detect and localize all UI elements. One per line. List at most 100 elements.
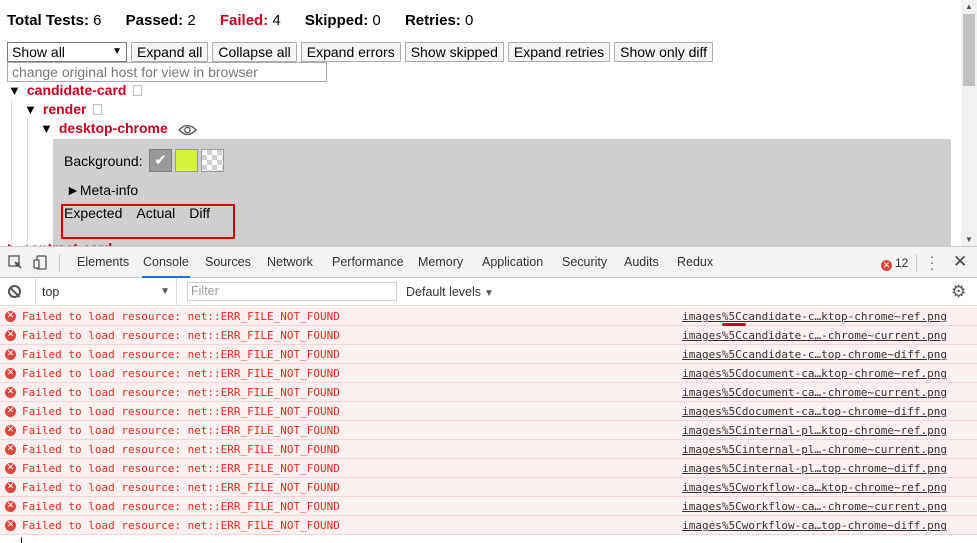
- error-source-link[interactable]: images%5Cworkflow-ca…ktop-chrome~ref.png: [682, 481, 947, 494]
- devtools-tabbar: Elements Console Sources Network Perform…: [0, 247, 977, 278]
- error-icon: ✕: [5, 501, 16, 512]
- log-levels-select[interactable]: Default levels ▼: [406, 278, 494, 308]
- error-icon: ✕: [5, 387, 16, 398]
- background-gray-swatch[interactable]: ✔: [149, 149, 172, 172]
- error-source-link[interactable]: images%5Ccandidate-c…top-chrome~diff.png: [682, 348, 947, 361]
- tab-audits[interactable]: Audits: [623, 247, 660, 278]
- tab-network[interactable]: Network: [266, 247, 314, 278]
- scroll-down-icon[interactable]: ▼: [965, 235, 973, 244]
- error-count: 12: [895, 256, 909, 270]
- report-scrollbar[interactable]: ▲ ▼: [961, 0, 977, 246]
- device-toolbar-icon[interactable]: [33, 255, 49, 273]
- tree-state[interactable]: ▼ render: [24, 101, 103, 117]
- background-label: Background:: [64, 153, 143, 169]
- tree-suite[interactable]: ▼ candidate-card: [8, 82, 143, 98]
- dropdown-arrow-icon: ▼: [484, 288, 494, 299]
- background-checker-swatch[interactable]: [201, 149, 224, 172]
- error-message: Failed to load resource: net::ERR_FILE_N…: [22, 500, 340, 513]
- dropdown-arrow-icon: ▼: [160, 286, 170, 297]
- console-error-row: ✕ Failed to load resource: net::ERR_FILE_…: [0, 307, 977, 326]
- levels-value: Default levels: [406, 285, 482, 299]
- error-message: Failed to load resource: net::ERR_FILE_N…: [22, 424, 340, 437]
- console-error-row: ✕ Failed to load resource: net::ERR_FILE_…: [0, 440, 977, 459]
- view-mode-value: Show all: [12, 44, 65, 60]
- error-icon: ✕: [5, 463, 16, 474]
- console-prompt-caret[interactable]: [21, 537, 22, 543]
- expand-retries-button[interactable]: Expand retries: [507, 42, 611, 62]
- error-source-link[interactable]: images%5Ccandidate-c…ktop-chrome~ref.png: [682, 310, 947, 323]
- error-icon: ✕: [5, 406, 16, 417]
- tab-application[interactable]: Application: [481, 247, 544, 278]
- tab-performance[interactable]: Performance: [331, 247, 405, 278]
- eye-icon[interactable]: [177, 123, 197, 139]
- scroll-up-icon[interactable]: ▲: [965, 2, 973, 11]
- devtools-panel: Elements Console Sources Network Perform…: [0, 246, 977, 543]
- total-value: 6: [93, 12, 102, 29]
- browser-result-panel: Background: ✔ ►Meta-info Expected Actual D…: [53, 139, 951, 246]
- context-select[interactable]: top ▼: [35, 278, 177, 306]
- dropdown-arrow-icon: ▼: [112, 46, 122, 57]
- toolbar: Show all ▼ Expand all Collapse all Expand…: [7, 42, 714, 62]
- error-source-link[interactable]: images%5Cinternal-pl…ktop-chrome~ref.png: [682, 424, 947, 437]
- divider: [59, 254, 60, 272]
- error-message: Failed to load resource: net::ERR_FILE_N…: [22, 519, 340, 532]
- scrollbar-thumb[interactable]: [963, 14, 975, 86]
- error-source-link[interactable]: images%5Cinternal-pl…-chrome~current.png: [682, 443, 947, 456]
- expand-triangle-icon: ►: [66, 182, 80, 198]
- console-error-row: ✕ Failed to load resource: net::ERR_FILE_…: [0, 326, 977, 345]
- inspect-element-icon[interactable]: [8, 255, 22, 272]
- error-icon: ✕: [5, 425, 16, 436]
- expand-all-button[interactable]: Expand all: [131, 42, 209, 62]
- error-message: Failed to load resource: net::ERR_FILE_N…: [22, 367, 340, 380]
- background-green-swatch[interactable]: [175, 149, 198, 172]
- copy-icon[interactable]: [133, 85, 143, 96]
- view-mode-select[interactable]: Show all ▼: [7, 42, 127, 62]
- clear-console-icon[interactable]: [8, 285, 21, 298]
- suite-title: candidate-card: [26, 82, 127, 98]
- failed-label: Failed:: [219, 12, 269, 29]
- console-filter-input[interactable]: Filter: [187, 282, 397, 301]
- gear-icon[interactable]: ⚙: [951, 282, 966, 302]
- error-source-link[interactable]: images%5Cdocument-ca…ktop-chrome~ref.png: [682, 367, 947, 380]
- error-source-link[interactable]: images%5Cinternal-pl…top-chrome~diff.png: [682, 462, 947, 475]
- copy-icon[interactable]: [93, 104, 103, 115]
- show-skipped-button[interactable]: Show skipped: [404, 42, 504, 62]
- error-source-link[interactable]: images%5Cdocument-ca…top-chrome~diff.png: [682, 405, 947, 418]
- error-icon: ✕: [5, 520, 16, 531]
- passed-label: Passed:: [125, 12, 184, 29]
- tree-browser[interactable]: ▼ desktop-chrome: [40, 120, 197, 139]
- error-source-link[interactable]: images%5Cworkflow-ca…-chrome~current.png: [682, 500, 947, 513]
- tab-console[interactable]: Console: [142, 247, 190, 278]
- collapse-all-button[interactable]: Collapse all: [212, 42, 297, 62]
- more-options-icon[interactable]: · · ·: [929, 249, 935, 275]
- error-source-link[interactable]: images%5Cworkflow-ca…top-chrome~diff.png: [682, 519, 947, 532]
- error-icon: ✕: [5, 482, 16, 493]
- error-icon: ✕: [5, 311, 16, 322]
- error-icon: ✕: [5, 330, 16, 341]
- tab-sources[interactable]: Sources: [204, 247, 252, 278]
- error-icon: ✕: [5, 349, 16, 360]
- passed-value: 2: [187, 12, 196, 29]
- close-icon[interactable]: ✕: [953, 252, 967, 272]
- error-message: Failed to load resource: net::ERR_FILE_N…: [22, 462, 340, 475]
- error-message: Failed to load resource: net::ERR_FILE_N…: [22, 443, 340, 456]
- console-messages: ✕Failed to load resource: net::ERR_FILE_…: [0, 307, 977, 535]
- console-error-row: ✕ Failed to load resource: net::ERR_FILE_…: [0, 516, 977, 535]
- meta-info-toggle[interactable]: ►Meta-info: [66, 182, 138, 198]
- show-only-diff-button[interactable]: Show only diff: [614, 42, 714, 62]
- skipped-value: 0: [372, 12, 381, 29]
- error-count-badge[interactable]: ✕ 12: [881, 256, 908, 271]
- tab-memory[interactable]: Memory: [417, 247, 464, 278]
- tab-redux[interactable]: Redux: [676, 247, 714, 278]
- tree-guide: [27, 119, 28, 246]
- tab-elements[interactable]: Elements: [76, 247, 130, 278]
- error-message: Failed to load resource: net::ERR_FILE_N…: [22, 348, 340, 361]
- error-source-link[interactable]: images%5Cdocument-ca…-chrome~current.png: [682, 386, 947, 399]
- expand-errors-button[interactable]: Expand errors: [300, 42, 401, 62]
- console-error-row: ✕ Failed to load resource: net::ERR_FILE_…: [0, 383, 977, 402]
- host-input[interactable]: change original host for view in browser: [7, 62, 327, 82]
- tab-security[interactable]: Security: [561, 247, 608, 278]
- console-error-row: ✕ Failed to load resource: net::ERR_FILE_…: [0, 345, 977, 364]
- error-message: Failed to load resource: net::ERR_FILE_N…: [22, 481, 340, 494]
- error-source-link[interactable]: images%5Ccandidate-c…-chrome~current.png: [682, 329, 947, 342]
